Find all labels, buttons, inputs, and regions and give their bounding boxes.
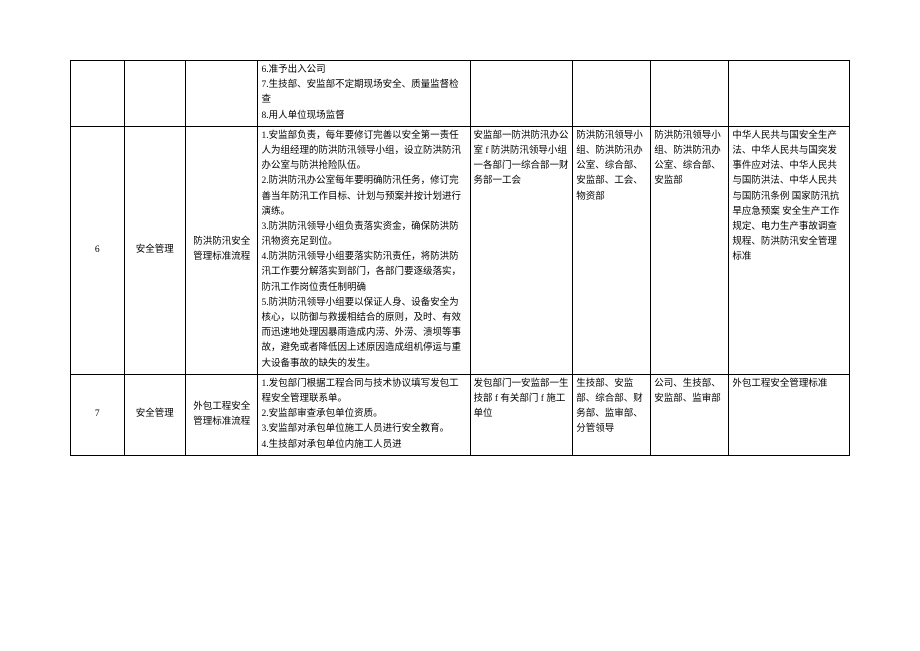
- document-page: 6.准予出入公司7.生技部、安监部不定期现场安全、质量监督检查8.用人单位现场监…: [0, 0, 920, 486]
- cell-name: [185, 61, 258, 127]
- cell-laws: 中华人民共与国安全生产法、中华人民共与国突发事件应对法、中华人民共与国防洪法、中…: [729, 126, 850, 374]
- cell-laws: 外包工程安全管理标准: [729, 374, 850, 455]
- cell-category: 安全管理: [124, 374, 185, 455]
- cell-dept: 防洪防汛领导小组、防洪防汛办公室、综合部、安监部、工会、物资部: [573, 126, 651, 374]
- table-row: 6 安全管理 防洪防汛安全管理标准流程 1.安监部负责，每年要修订完善以安全第一…: [71, 126, 850, 374]
- cell-resp: 防洪防汛领导小组、防洪防汛办公室、综合部、安监部: [651, 126, 729, 374]
- cell-name: 外包工程安全管理标准流程: [185, 374, 258, 455]
- cell-num: 7: [71, 374, 125, 455]
- cell-steps: 1.安监部负责，每年要修订完善以安全第一责任人为组经理的防洪防汛领导小组，设立防…: [258, 126, 470, 374]
- cell-flow: [470, 61, 573, 127]
- cell-dept: 生技部、安监部、综合部、财务部、监审部、分管领导: [573, 374, 651, 455]
- cell-category: [124, 61, 185, 127]
- cell-dept: [573, 61, 651, 127]
- table-row: 7 安全管理 外包工程安全管理标准流程 1.发包部门根据工程合同与技术协议填写发…: [71, 374, 850, 455]
- table-row: 6.准予出入公司7.生技部、安监部不定期现场安全、质量监督检查8.用人单位现场监…: [71, 61, 850, 127]
- cell-num: [71, 61, 125, 127]
- process-table: 6.准予出入公司7.生技部、安监部不定期现场安全、质量监督检查8.用人单位现场监…: [70, 60, 850, 456]
- cell-flow: 安监部一防洪防汛办公室 f 防洪防汛领导小组一各部门一综合部一财务部一工会: [470, 126, 573, 374]
- cell-steps: 6.准予出入公司7.生技部、安监部不定期现场安全、质量监督检查8.用人单位现场监…: [258, 61, 470, 127]
- cell-category: 安全管理: [124, 126, 185, 374]
- cell-name: 防洪防汛安全管理标准流程: [185, 126, 258, 374]
- cell-steps: 1.发包部门根据工程合同与技术协议填写发包工程安全管理联系单。2.安监部审查承包…: [258, 374, 470, 455]
- cell-flow: 发包部门一安监部一生技部 f 有关部门 f 施工单位: [470, 374, 573, 455]
- cell-laws: [729, 61, 850, 127]
- cell-resp: 公司、生技部、安监部、监审部: [651, 374, 729, 455]
- cell-resp: [651, 61, 729, 127]
- cell-num: 6: [71, 126, 125, 374]
